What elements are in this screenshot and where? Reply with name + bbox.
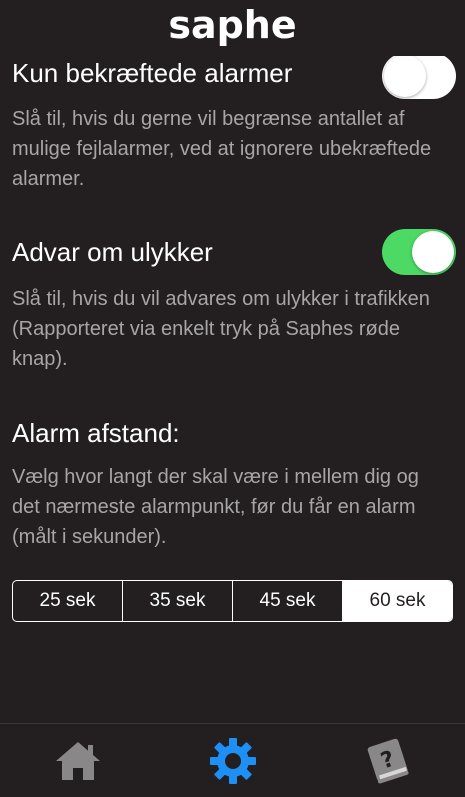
confirmed-alarms-toggle[interactable] bbox=[382, 53, 456, 99]
alarm-distance-title: Alarm afstand: bbox=[12, 418, 180, 448]
alarm-distance-selector: 25 sek 35 sek 45 sek 60 sek bbox=[12, 580, 453, 622]
home-icon bbox=[55, 741, 100, 780]
gear-icon bbox=[209, 737, 256, 784]
toggle-knob bbox=[412, 231, 454, 273]
help-book-icon: ? bbox=[367, 738, 409, 783]
alarm-distance-description: Vælg hvor langt der skal være i mellem d… bbox=[12, 466, 419, 548]
accident-warning-description: Slå til, hvis du vil advares om ulykker … bbox=[12, 288, 430, 370]
confirmed-alarms-description: Slå til, hvis du gerne vil begrænse anta… bbox=[12, 108, 432, 190]
distance-option-60[interactable]: 60 sek bbox=[343, 581, 452, 621]
settings-content: Kun bekræftede alarmer Slå til, hvis du … bbox=[0, 0, 465, 722]
toggle-knob bbox=[384, 55, 426, 97]
app-header: saphe bbox=[0, 0, 465, 56]
distance-option-25[interactable]: 25 sek bbox=[13, 581, 123, 621]
accident-warning-toggle[interactable] bbox=[382, 229, 456, 275]
tab-home[interactable] bbox=[38, 731, 118, 791]
tab-bar: ? bbox=[0, 723, 465, 797]
distance-option-45[interactable]: 45 sek bbox=[233, 581, 343, 621]
confirmed-alarms-title: Kun bekræftede alarmer bbox=[12, 58, 293, 88]
tab-settings[interactable] bbox=[193, 731, 273, 791]
tab-help[interactable]: ? bbox=[348, 731, 428, 791]
app-logo: saphe bbox=[168, 3, 297, 47]
accident-warning-title: Advar om ulykker bbox=[12, 237, 213, 267]
distance-option-35[interactable]: 35 sek bbox=[123, 581, 233, 621]
